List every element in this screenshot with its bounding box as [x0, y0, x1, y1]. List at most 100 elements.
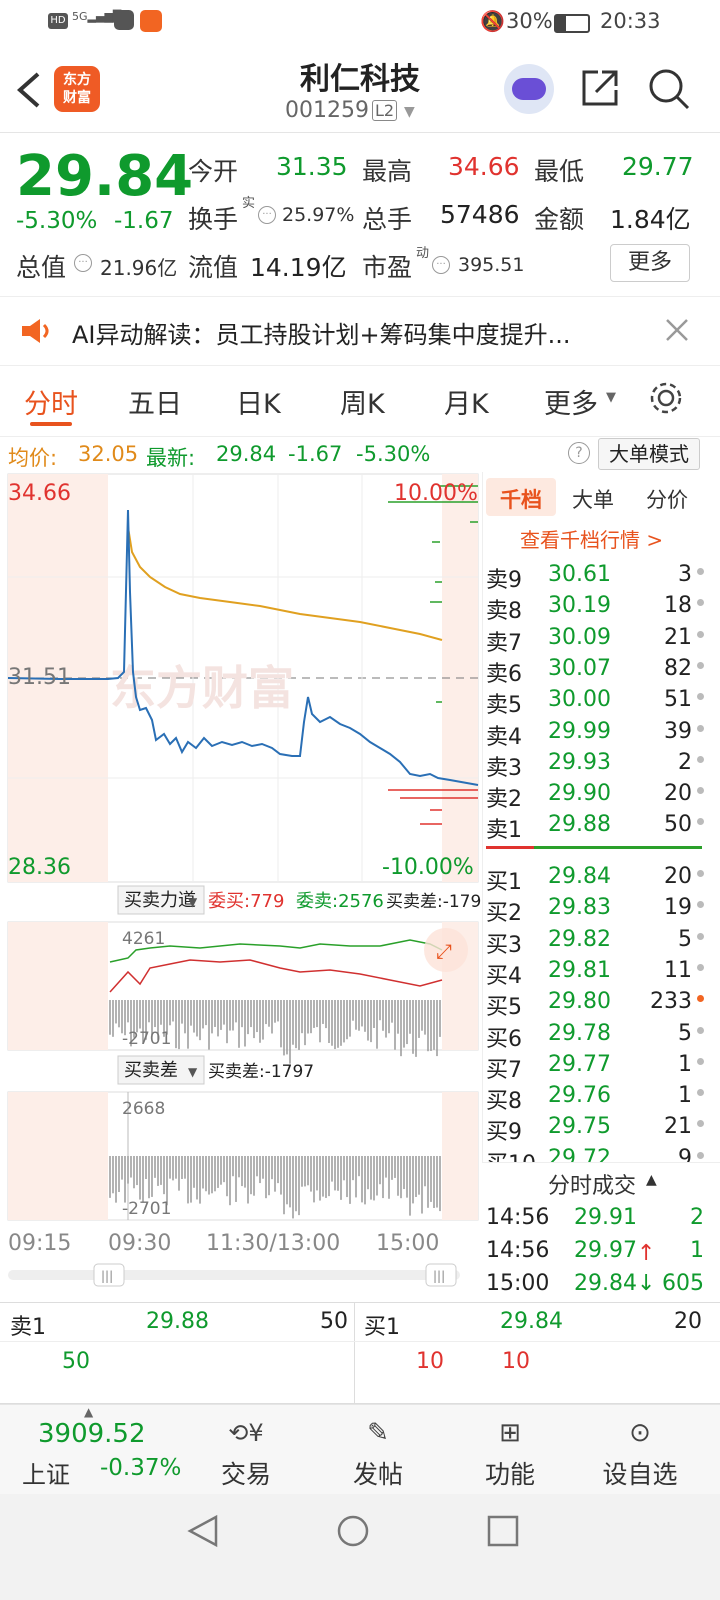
- help-icon[interactable]: ?: [568, 442, 590, 464]
- share-icon[interactable]: [578, 66, 622, 110]
- buy-level-label: 买7: [486, 1057, 522, 1083]
- tab-more[interactable]: 更多: [544, 382, 598, 421]
- time-label: 09:15: [8, 1231, 71, 1256]
- buy-price: 29.84: [548, 864, 611, 889]
- sell-row[interactable]: 卖7 30.09 21: [486, 623, 706, 656]
- buy-level-label: 买1: [486, 870, 522, 895]
- recent-apps-icon[interactable]: [486, 1514, 520, 1548]
- tab-big-order[interactable]: 大单: [572, 484, 614, 514]
- buy-price: 29.78: [548, 1020, 611, 1046]
- nav-trade[interactable]: ⟲¥ 交易: [196, 1411, 296, 1491]
- index-change[interactable]: -0.37%: [100, 1455, 181, 1481]
- search-icon[interactable]: [646, 66, 692, 112]
- pe-value: 395.51: [458, 254, 525, 276]
- high-value: 34.66: [448, 152, 520, 181]
- queue-sell-price: 29.88: [146, 1309, 209, 1334]
- settings-gear-icon[interactable]: [648, 380, 684, 416]
- close-icon[interactable]: [664, 317, 690, 343]
- buy-row[interactable]: 买4 29.81 11: [486, 956, 706, 989]
- tab-intraday[interactable]: 分时: [24, 382, 78, 421]
- diff-selector-label: 买卖差: [124, 1060, 178, 1081]
- trade-time: 14:56: [486, 1238, 550, 1263]
- tab-five-day[interactable]: 五日: [128, 382, 182, 421]
- wei-sell: 委卖:2576: [296, 891, 384, 912]
- level2-badge[interactable]: L2: [372, 100, 398, 121]
- sell-price: 30.09: [548, 624, 611, 650]
- buy-row[interactable]: 买6 29.78 5: [486, 1019, 706, 1052]
- sell-row[interactable]: 卖6 30.07 82: [486, 654, 706, 687]
- big-order-mode-button[interactable]: 大单模式: [598, 438, 700, 470]
- buy-row[interactable]: 买3 29.82 5: [486, 925, 706, 958]
- back-triangle-icon[interactable]: [186, 1514, 220, 1548]
- home-circle-icon[interactable]: [336, 1514, 370, 1548]
- time-range-track[interactable]: [8, 1270, 460, 1280]
- trade-row[interactable]: 14:56 29.91 2: [486, 1202, 706, 1235]
- ai-robot-icon[interactable]: [504, 64, 554, 114]
- buy-row[interactable]: 买9 29.75 21: [486, 1112, 706, 1145]
- sell-buy-divider-red: [486, 846, 534, 849]
- ellipsis-info-icon[interactable]: ···: [258, 206, 276, 224]
- view-thousand-level-link[interactable]: 查看千档行情 >: [520, 524, 663, 553]
- change-amount: -1.67: [114, 208, 174, 234]
- app-notification-icon: [114, 10, 134, 30]
- queue-buy-label: 买1: [364, 1315, 400, 1340]
- tab-week-k[interactable]: 周K: [340, 382, 385, 421]
- chevron-down-icon[interactable]: ▼: [404, 104, 415, 120]
- more-button[interactable]: 更多: [610, 244, 690, 282]
- pe-sup: 动: [416, 246, 430, 261]
- buy-row[interactable]: 买5 29.80 233: [486, 987, 706, 1020]
- index-name[interactable]: 上证: [22, 1455, 70, 1490]
- force-axis-min: -2701: [122, 1029, 171, 1049]
- sell-row[interactable]: 卖4 29.99 39: [486, 717, 706, 750]
- diff-diff: 买卖差:-1797: [208, 1062, 314, 1082]
- sell-row[interactable]: 卖5 30.00 51: [486, 685, 706, 718]
- volume-dot-icon: [697, 755, 704, 763]
- hd-icon: HD: [48, 13, 68, 29]
- diff-axis-max: 2668: [122, 1099, 165, 1119]
- tab-month-k[interactable]: 月K: [444, 382, 489, 421]
- buy-row[interactable]: 买2 29.83 19: [486, 893, 706, 926]
- queue-buy-price: 29.84: [500, 1309, 563, 1334]
- trades-title[interactable]: 分时成交: [548, 1168, 636, 1200]
- buy-row[interactable]: 买7 29.77 1: [486, 1050, 706, 1083]
- eastmoney-logo[interactable]: 东方 财富: [54, 66, 100, 112]
- index-value[interactable]: 3909.52: [38, 1419, 146, 1449]
- tab-price-distribution[interactable]: 分价: [646, 484, 688, 514]
- buy-row[interactable]: 买1 29.84 20: [486, 862, 706, 895]
- ai-banner[interactable]: AI异动解读：员工持股计划+筹码集中度提升...: [0, 296, 720, 366]
- mktcap-value: 21.96亿: [100, 256, 178, 280]
- buy-price: 29.77: [548, 1051, 611, 1077]
- sell-row[interactable]: 卖1 29.88 50: [486, 810, 706, 843]
- trade-row[interactable]: 15:00 29.84↓ 605: [486, 1268, 706, 1301]
- ai-banner-text[interactable]: AI异动解读：员工持股计划+筹码集中度提升...: [72, 315, 571, 350]
- ellipsis-info-icon[interactable]: ···: [432, 256, 450, 274]
- sell-price: 29.90: [548, 781, 611, 807]
- avg-label: 均价:: [8, 446, 58, 470]
- volume-dot-icon: [697, 932, 704, 940]
- tab-day-k[interactable]: 日K: [236, 382, 281, 421]
- caret-up-icon[interactable]: ▲: [646, 1172, 657, 1188]
- caret-up-icon[interactable]: ▲: [84, 1405, 93, 1419]
- nav-add-watchlist[interactable]: ⊙ 设自选: [590, 1411, 690, 1491]
- sell-row[interactable]: 卖8 30.19 18: [486, 591, 706, 624]
- trade-price: 29.91: [574, 1205, 637, 1230]
- sell-row[interactable]: 卖2 29.90 20: [486, 779, 706, 813]
- sell-price: 29.93: [548, 749, 611, 775]
- intraday-chart[interactable]: 东方财富 34.66 31.51 28.36 10.00% -10.00% 买卖…: [0, 472, 482, 1302]
- sell-level-label: 卖2: [486, 787, 522, 813]
- buy-price: 29.80: [548, 989, 611, 1015]
- bottom-nav: ▲ 3909.52 上证 -0.37% ⟲¥ 交易 ✎ 发帖 ⊞ 功能 ⊙ 设自…: [0, 1404, 720, 1495]
- trade-volume: 1: [690, 1238, 704, 1263]
- turnover-sup: 实: [242, 196, 256, 211]
- ellipsis-info-icon[interactable]: ···: [74, 254, 92, 272]
- buy-row[interactable]: 买8 29.76 1: [486, 1081, 706, 1114]
- caret-down-icon[interactable]: ▼: [606, 390, 616, 405]
- sell-volume: 2: [678, 749, 692, 775]
- nav-functions[interactable]: ⊞ 功能: [460, 1411, 560, 1491]
- sell-row[interactable]: 卖3 29.93 2: [486, 748, 706, 781]
- tab-thousand-level[interactable]: 千档: [500, 484, 542, 514]
- sell-row[interactable]: 卖9 30.61 3: [486, 560, 706, 593]
- nav-post[interactable]: ✎ 发帖: [328, 1411, 428, 1491]
- trade-row[interactable]: 14:56 29.97 ↑ 1: [486, 1235, 706, 1268]
- back-arrow-icon[interactable]: [14, 70, 44, 110]
